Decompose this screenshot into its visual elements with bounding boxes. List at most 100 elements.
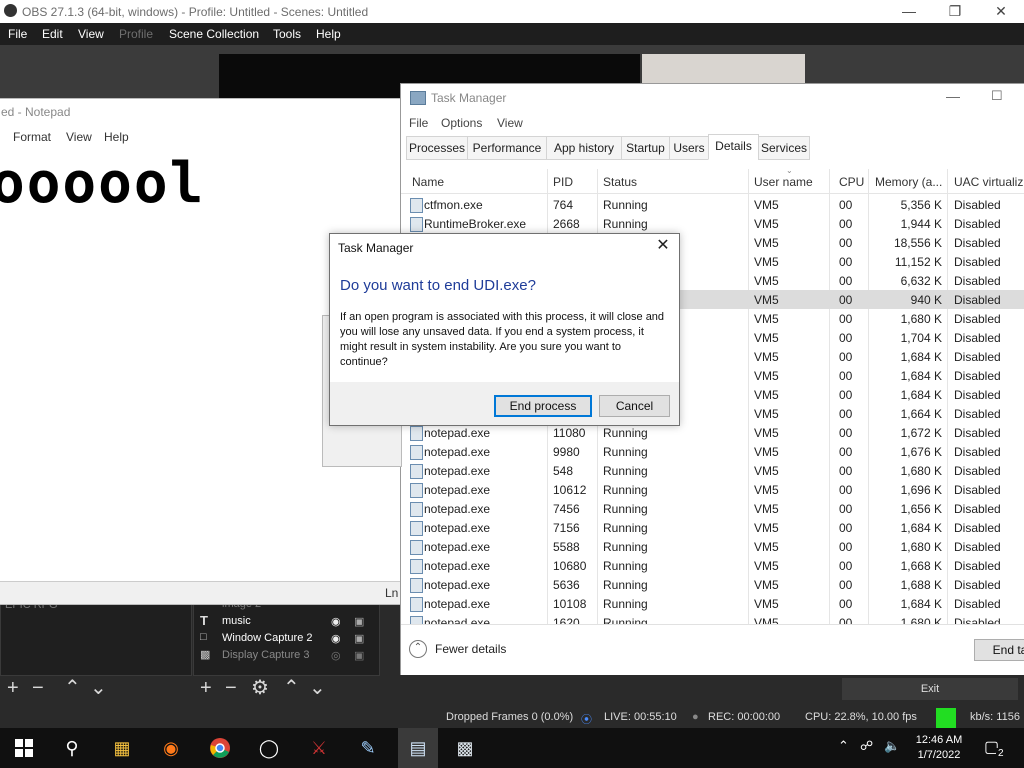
process-uac: Disabled [954,521,1001,535]
menu-file[interactable]: File [409,116,428,130]
process-user: VM5 [754,483,779,497]
task-manager-taskbar-icon[interactable]: ▤ [398,728,438,768]
tab-users[interactable]: Users [669,136,709,160]
obs-icon[interactable]: ◯ [255,734,283,762]
menu-format[interactable]: Format [13,130,51,144]
eye-icon[interactable]: ◉ [331,632,341,645]
table-row[interactable]: notepad.exe 7156 Running VM5 00 1,684 K Disabl… [401,518,1024,537]
menu-options[interactable]: Options [441,116,482,130]
move-up-icon[interactable]: ⌃ [283,678,300,698]
table-row[interactable]: notepad.exe 548 Running VM5 00 1,680 K Disable… [401,461,1024,480]
column-user-name[interactable]: User name [754,175,813,189]
sort-chevron-icon: ⌄ [786,166,793,175]
menu-profile[interactable]: Profile [119,27,153,41]
tab-startup[interactable]: Startup [621,136,670,160]
move-down-icon[interactable]: ⌄ [90,678,107,698]
chevron-up-icon[interactable]: ⌃ [409,640,427,658]
table-row[interactable]: notepad.exe 10612 Running VM5 00 1,696 K Disab… [401,480,1024,499]
menu-edit[interactable]: Edit [42,27,63,41]
add-scene-icon[interactable]: + [7,678,19,698]
menu-view[interactable]: View [66,130,92,144]
lock-icon[interactable]: ▣ [354,615,364,628]
add-source-icon[interactable]: + [200,678,212,698]
notepad-icon[interactable]: ✎ [354,734,382,762]
table-row[interactable]: notepad.exe 9980 Running VM5 00 1,676 K Disabl… [401,442,1024,461]
menu-help[interactable]: Help [104,130,129,144]
process-user: VM5 [754,464,779,478]
move-down-icon[interactable]: ⌄ [309,678,326,698]
column-pid[interactable]: PID [553,175,573,189]
menu-view[interactable]: View [78,27,104,41]
window-app-icon[interactable]: ▩ [451,734,479,762]
details-header: Name PID Status User name ⌄ CPU Memory (… [401,166,1024,194]
end-process-button[interactable]: End process [494,395,592,417]
table-row[interactable]: notepad.exe 5588 Running VM5 00 1,680 K Disabl… [401,537,1024,556]
minimize-icon[interactable]: — [946,88,960,104]
process-pid: 5636 [553,578,580,592]
maximize-icon[interactable]: ☐ [991,88,1003,104]
menu-view[interactable]: View [497,116,523,130]
process-user: VM5 [754,331,779,345]
firefox-icon[interactable]: ◉ [157,734,185,762]
notepad-text-area[interactable]: oooool [0,151,205,216]
source-item[interactable]: Window Capture 2 [222,632,313,644]
file-explorer-icon[interactable]: ▦ [108,734,136,762]
dialog-button-bar: End process Cancel [330,382,679,425]
menu-file[interactable]: File [8,27,27,41]
windows-start-icon[interactable] [10,734,38,762]
tab-performance[interactable]: Performance [467,136,547,160]
table-row[interactable]: RuntimeBroker.exe 2668 Running VM5 00 1,944 K… [401,214,1024,233]
chrome-icon[interactable] [206,734,234,762]
gear-icon[interactable]: ⚙ [251,678,269,698]
close-icon[interactable]: ✕ [655,238,671,254]
volume-muted-icon[interactable]: 🔈 [884,738,900,754]
tab-app-history[interactable]: App history [546,136,622,160]
process-pid: 7156 [553,521,580,535]
menu-help[interactable]: Help [316,27,341,41]
process-pid: 10680 [553,559,587,573]
dialog-message: If an open program is associated with th… [340,311,665,368]
column-cpu[interactable]: CPU [839,175,864,189]
menu-tools[interactable]: Tools [273,27,301,41]
table-row[interactable]: notepad.exe 5636 Running VM5 00 1,688 K Disabl… [401,575,1024,594]
exit-button[interactable]: Exit [842,678,1018,700]
eye-hidden-icon[interactable]: ◎ [331,649,341,662]
dialog-heading: Do you want to end UDI.exe? [340,277,536,294]
column-memory[interactable]: Memory (a... [875,175,942,189]
column-uac[interactable]: UAC virtualiz [954,175,1023,189]
process-uac: Disabled [954,350,1001,364]
process-name: RuntimeBroker.exe [424,217,527,231]
tab-processes[interactable]: Processes [406,136,468,160]
chevron-up-icon[interactable]: ⌃ [838,738,849,754]
tab-details[interactable]: Details [708,134,759,160]
fewer-details-link[interactable]: Fewer details [435,642,506,656]
end-task-button[interactable]: End ta [974,639,1024,661]
table-row[interactable]: ctfmon.exe 764 Running VM5 00 5,356 K Disabled [401,195,1024,214]
lock-icon[interactable]: ▣ [354,649,364,662]
search-icon[interactable]: ⚲ [58,734,86,762]
remove-scene-icon[interactable]: − [32,678,44,698]
remove-source-icon[interactable]: − [225,678,237,698]
table-row[interactable]: notepad.exe 7456 Running VM5 00 1,656 K Disabl… [401,499,1024,518]
tab-services[interactable]: Services [758,136,810,160]
close-icon[interactable]: ✕ [978,0,1024,23]
process-icon [410,198,423,213]
process-uac: Disabled [954,217,1001,231]
column-status[interactable]: Status [603,175,637,189]
column-name[interactable]: Name [412,175,444,189]
task-manager-title: Task Manager [431,91,507,105]
lock-icon[interactable]: ▣ [354,632,364,645]
table-row[interactable]: notepad.exe 10108 Running VM5 00 1,684 K Disab… [401,594,1024,613]
game-icon[interactable]: ⚔ [305,734,333,762]
move-up-icon[interactable]: ⌃ [64,678,81,698]
cancel-button[interactable]: Cancel [599,395,670,417]
menu-scene-collection[interactable]: Scene Collection [169,27,259,41]
source-item[interactable]: Display Capture 3 [222,649,309,661]
table-row[interactable]: notepad.exe 10680 Running VM5 00 1,668 K Disab… [401,556,1024,575]
eye-icon[interactable]: ◉ [331,615,341,628]
clock[interactable]: 12:46 AM 1/7/2022 [912,733,966,763]
minimize-icon[interactable]: — [886,0,932,23]
network-icon[interactable]: ☍ [860,738,873,754]
maximize-icon[interactable]: ❐ [932,0,978,23]
source-item[interactable]: music [222,615,251,627]
